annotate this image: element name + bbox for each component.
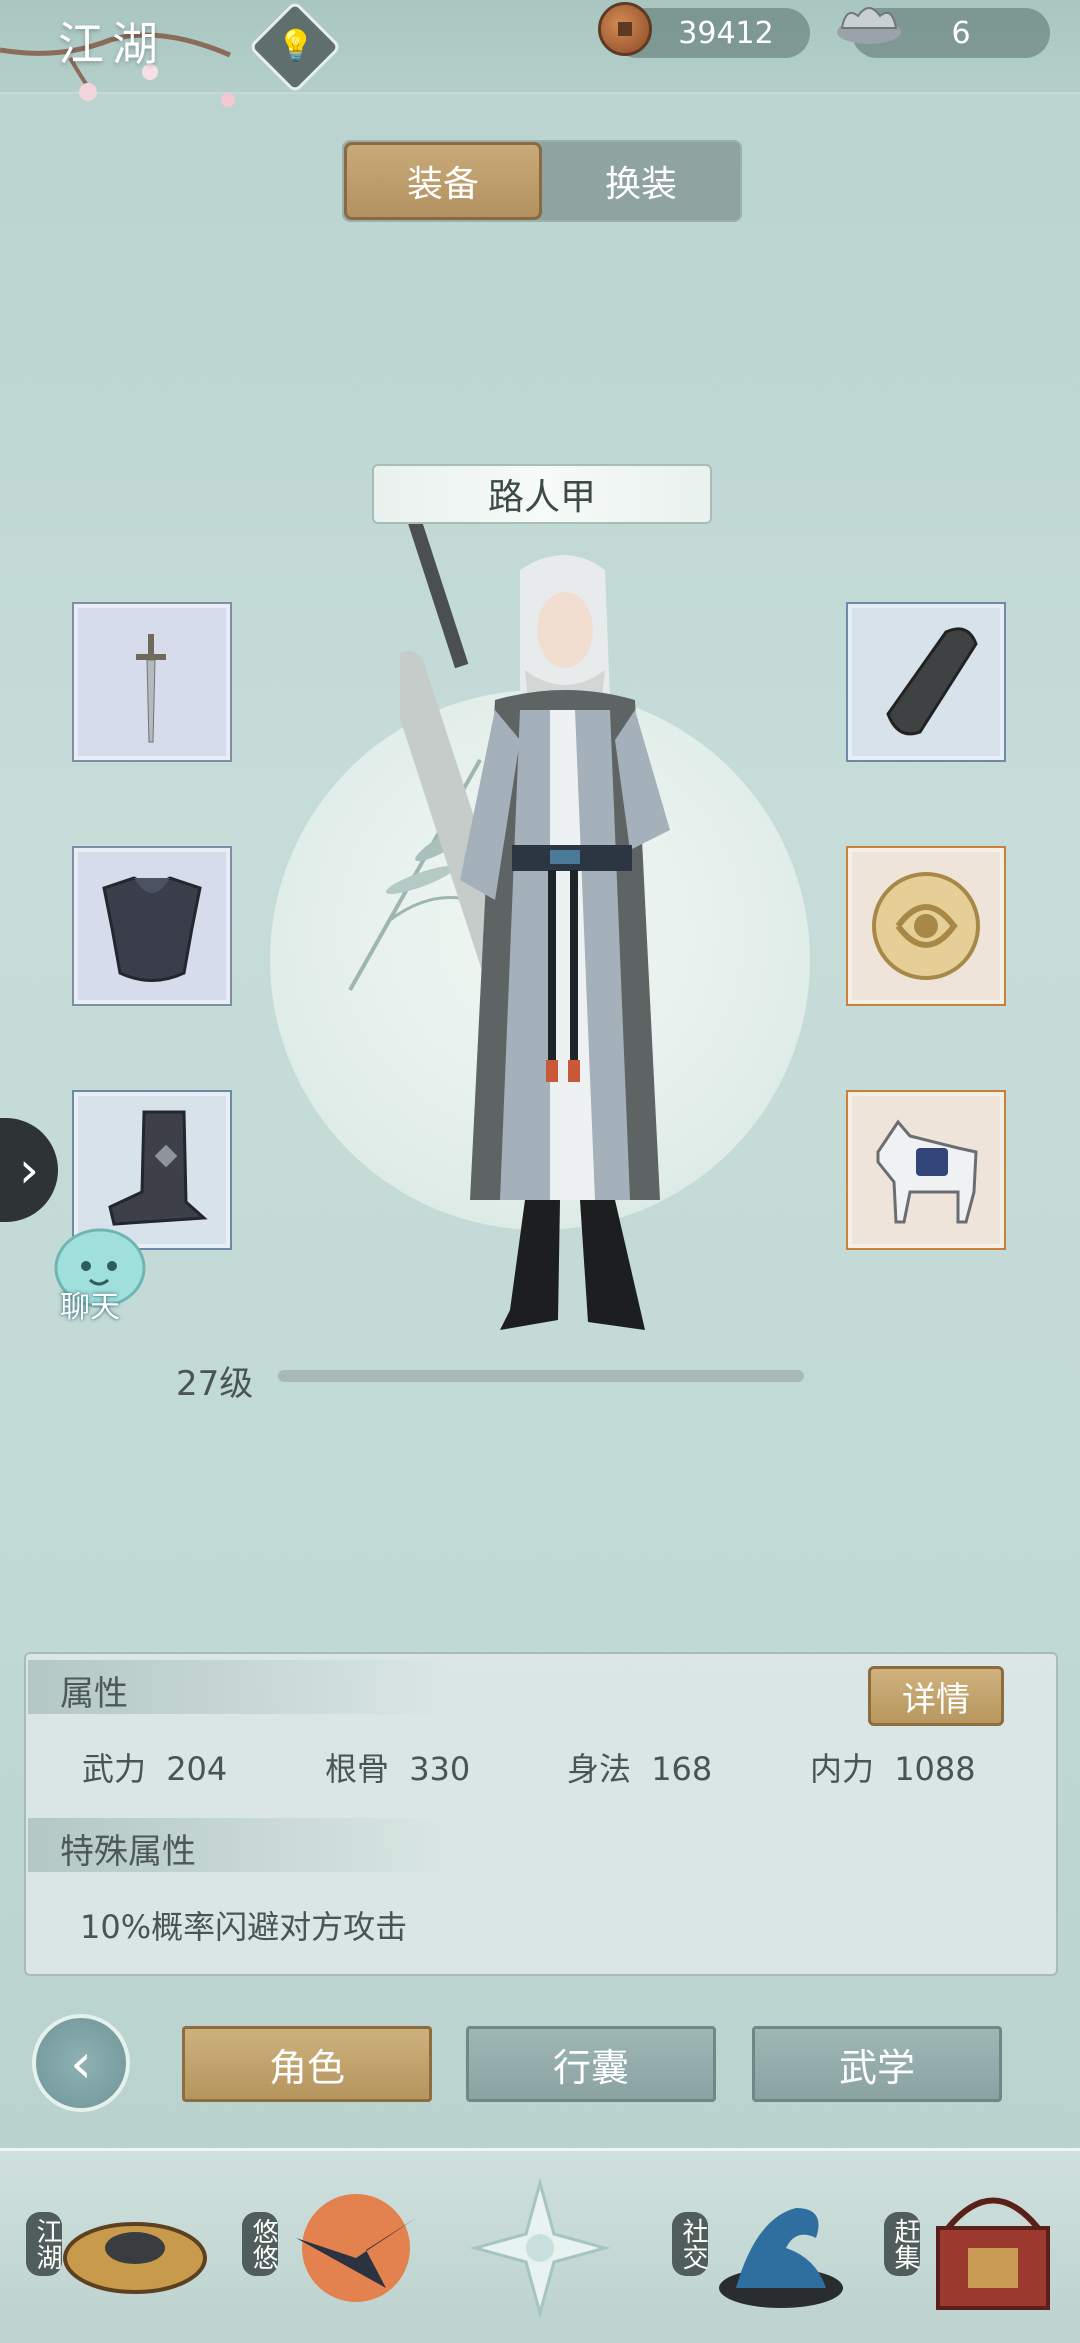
- character-level: 27级: [176, 1364, 254, 1404]
- tab-outfit[interactable]: 换装: [542, 142, 740, 220]
- dock-center-emblem[interactable]: [440, 2168, 640, 2328]
- dock-jianghu[interactable]: 江湖: [20, 2168, 220, 2328]
- jade-pendant-icon: [872, 872, 980, 980]
- straw-hat-icon: [63, 2222, 207, 2294]
- equip-slot-bracer[interactable]: [846, 602, 1006, 762]
- stat-internal-power: 内力 1088: [810, 1744, 976, 1790]
- special-attribute-text: 10%概率闪避对方攻击: [80, 1908, 408, 1946]
- compass-star-icon: [470, 2178, 610, 2318]
- stat-name: 武力: [82, 1750, 147, 1788]
- equip-slot-weapon[interactable]: [72, 602, 232, 762]
- dock-label: 社交: [672, 2212, 708, 2276]
- stat-value: 168: [651, 1750, 713, 1788]
- details-button[interactable]: 详情: [868, 1666, 1004, 1726]
- dock-youyou[interactable]: 悠悠: [236, 2168, 436, 2328]
- attribute-title: 属性: [60, 1674, 128, 1714]
- stat-value: 330: [409, 1750, 471, 1788]
- silver-amount: 6: [951, 15, 971, 51]
- stat-value: 1088: [894, 1750, 976, 1788]
- silver-ingot-icon: [837, 7, 901, 44]
- nav-inventory-button[interactable]: 行囊: [466, 2026, 716, 2102]
- experience-bar: [278, 1370, 804, 1382]
- stat-name: 根骨: [325, 1750, 390, 1788]
- stat-name: 身法: [567, 1750, 632, 1788]
- nav-character-button[interactable]: 角色: [182, 2026, 432, 2102]
- dock-label: 江湖: [26, 2212, 62, 2276]
- character-model[interactable]: [400, 500, 740, 1340]
- back-arrow-icon: ‹: [70, 2031, 92, 2095]
- side-panel-toggle[interactable]: ›: [0, 1118, 58, 1222]
- stat-agility: 身法 168: [567, 1744, 712, 1790]
- dock-label: 赶集: [884, 2212, 920, 2276]
- armor-icon: [102, 876, 202, 982]
- equip-slot-armor[interactable]: [72, 846, 232, 1006]
- tab-bar: 装备 换装: [342, 140, 742, 222]
- stat-constitution: 根骨 330: [325, 1744, 470, 1790]
- nav-martial-arts-button[interactable]: 武学: [752, 2026, 1002, 2102]
- back-button[interactable]: ‹: [32, 2014, 130, 2112]
- dock-market[interactable]: 赶集: [878, 2168, 1078, 2328]
- equip-slot-mount[interactable]: [846, 1090, 1006, 1250]
- market-basket-icon: [936, 2197, 1050, 2310]
- stat-value: 204: [166, 1750, 228, 1788]
- stat-strength: 武力 204: [82, 1744, 227, 1790]
- bracer-icon: [886, 627, 978, 736]
- sword-icon: [136, 634, 166, 743]
- character-name-plate: 路人甲: [372, 464, 712, 524]
- equip-slot-accessory[interactable]: [846, 846, 1006, 1006]
- wave-icon: [719, 2208, 843, 2308]
- dock-label: 悠悠: [242, 2212, 278, 2276]
- region-title: 江湖: [58, 17, 166, 71]
- swallow-sun-icon: [296, 2194, 416, 2302]
- special-attribute-title: 特殊属性: [60, 1832, 196, 1872]
- copper-amount: 39412: [678, 15, 774, 51]
- stat-name: 内力: [810, 1750, 875, 1788]
- bulb-icon: 💡: [277, 28, 315, 64]
- tab-equipment[interactable]: 装备: [344, 142, 542, 220]
- dock-social[interactable]: 社交: [666, 2168, 866, 2328]
- copper-coin-icon: [598, 2, 652, 56]
- horse-icon: [876, 1119, 978, 1224]
- chat-label[interactable]: 聊天: [60, 1282, 120, 1326]
- chevron-right-icon: ›: [19, 1141, 39, 1199]
